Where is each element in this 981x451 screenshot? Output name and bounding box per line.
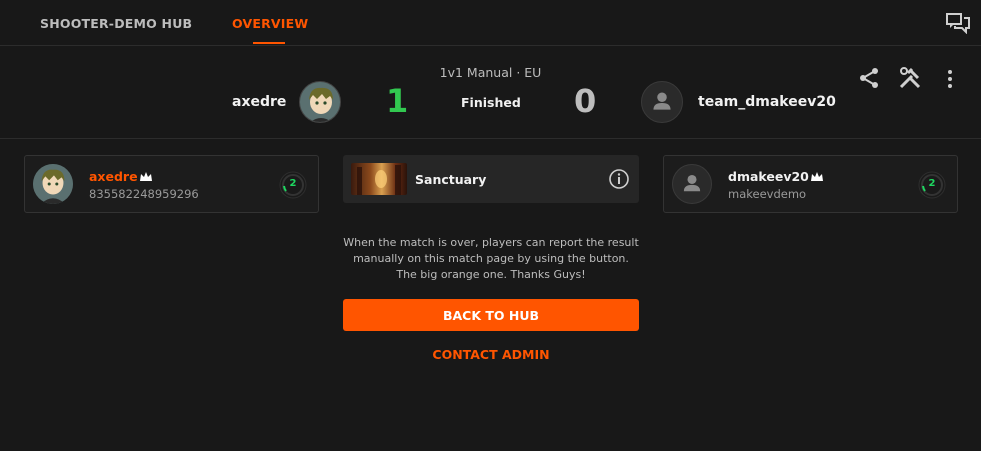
player-card-left[interactable]: axedre 835582248959296 2: [24, 155, 319, 213]
anime-avatar-icon: [300, 82, 340, 122]
tools-icon[interactable]: [898, 66, 922, 90]
skill-level-value: 2: [928, 178, 936, 189]
player-nickname-text: dmakeev20: [728, 169, 809, 184]
map-thumbnail: [351, 163, 407, 195]
player-card-right[interactable]: dmakeev20 makeevdemo 2: [663, 155, 958, 213]
player-nickname[interactable]: axedre: [89, 169, 152, 184]
team2-score: 0: [574, 82, 597, 120]
tab-hub[interactable]: SHOOTER-DEMO HUB: [40, 16, 192, 31]
player-id: 835582248959296: [89, 187, 199, 201]
active-tab-indicator: [253, 42, 285, 44]
share-icon[interactable]: [858, 67, 880, 89]
contact-admin-link[interactable]: CONTACT ADMIN: [343, 347, 639, 362]
match-status: Finished: [461, 95, 521, 110]
team2-avatar[interactable]: [641, 81, 683, 123]
tab-overview[interactable]: OVERVIEW: [232, 16, 308, 31]
default-user-icon: [653, 92, 671, 110]
map-name: Sanctuary: [415, 172, 487, 187]
default-user-icon: [683, 174, 701, 192]
team2-name[interactable]: team_dmakeev20: [698, 94, 836, 110]
top-nav: SHOOTER-DEMO HUB OVERVIEW: [0, 0, 981, 46]
more-vertical-icon[interactable]: [944, 69, 956, 89]
player-avatar: [33, 164, 73, 204]
player-id: makeevdemo: [728, 187, 807, 201]
match-header: 1v1 Manual · EU axedre 1 Finished 0 team…: [0, 46, 981, 139]
skill-level-badge: 2: [918, 171, 946, 199]
info-icon[interactable]: [608, 168, 630, 190]
team1-name[interactable]: axedre: [232, 94, 286, 110]
crown-icon: [139, 172, 152, 181]
skill-level-value: 2: [289, 178, 297, 189]
skill-level-badge: 2: [279, 171, 307, 199]
map-preview-image: [357, 165, 401, 195]
match-mode: 1v1 Manual · EU: [439, 65, 542, 80]
team1-avatar[interactable]: [299, 81, 341, 123]
back-to-hub-button[interactable]: BACK TO HUB: [343, 299, 639, 331]
crown-icon: [810, 172, 823, 181]
player-nickname[interactable]: dmakeev20: [728, 169, 823, 184]
player-avatar: [672, 164, 712, 204]
player-nickname-text: axedre: [89, 169, 138, 184]
chat-bubbles-icon[interactable]: [946, 12, 970, 34]
report-notice: When the match is over, players can repo…: [343, 236, 639, 281]
anime-avatar-icon: [33, 164, 73, 204]
map-card: Sanctuary: [343, 155, 639, 203]
team1-score: 1: [386, 82, 409, 120]
